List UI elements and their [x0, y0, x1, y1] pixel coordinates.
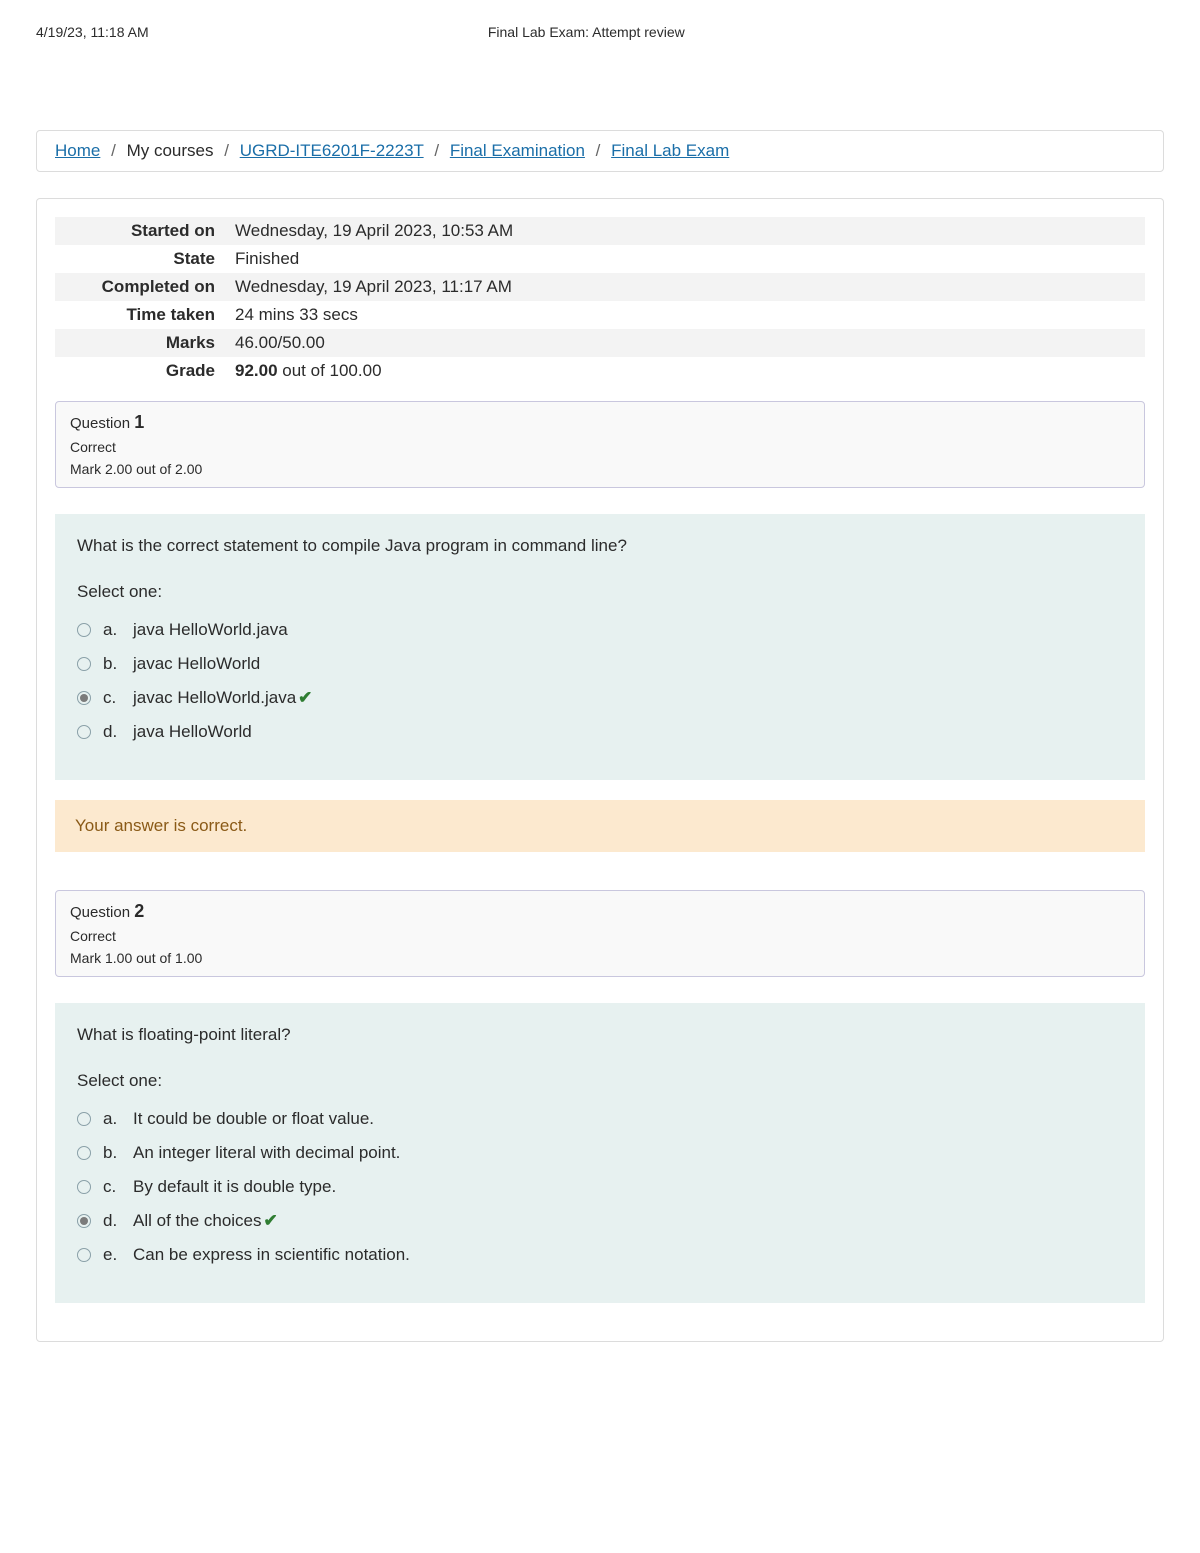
radio-icon — [77, 725, 91, 739]
question-header: Question 1 Correct Mark 2.00 out of 2.00 — [55, 401, 1145, 488]
select-one-label: Select one: — [77, 582, 1123, 602]
check-icon: ✔ — [264, 1211, 278, 1230]
radio-icon — [77, 657, 91, 671]
question-text: What is the correct statement to compile… — [77, 536, 1123, 556]
option-text: By default it is double type. — [133, 1177, 336, 1197]
option-text: java HelloWorld — [133, 722, 252, 742]
answer-option: c. By default it is double type. — [77, 1171, 1123, 1205]
crumb-sep: / — [434, 141, 439, 160]
option-text: An integer literal with decimal point. — [133, 1143, 400, 1163]
attempt-summary-table: Started onWednesday, 19 April 2023, 10:5… — [55, 217, 1145, 385]
answer-option: b. javac HelloWorld — [77, 648, 1123, 682]
option-letter: e. — [103, 1245, 121, 1265]
table-row: Time taken24 mins 33 secs — [55, 301, 1145, 329]
table-row: StateFinished — [55, 245, 1145, 273]
option-letter: b. — [103, 1143, 121, 1163]
crumb-home[interactable]: Home — [55, 141, 100, 160]
question-mark: Mark 1.00 out of 1.00 — [70, 950, 1130, 966]
value-grade: 92.00 out of 100.00 — [225, 357, 1145, 385]
option-letter: d. — [103, 1211, 121, 1231]
question-text: What is floating-point literal? — [77, 1025, 1123, 1045]
label-time: Time taken — [55, 301, 225, 329]
question-number: 1 — [134, 412, 144, 432]
option-letter: a. — [103, 620, 121, 640]
crumb-sep: / — [596, 141, 601, 160]
table-row: Marks46.00/50.00 — [55, 329, 1145, 357]
option-letter: c. — [103, 1177, 121, 1197]
option-text: java HelloWorld.java — [133, 620, 288, 640]
option-letter: c. — [103, 688, 121, 708]
table-row: Started onWednesday, 19 April 2023, 10:5… — [55, 217, 1145, 245]
question-label: Question — [70, 904, 134, 921]
radio-icon — [77, 1248, 91, 1262]
question-number: 2 — [134, 901, 144, 921]
option-text: It could be double or float value. — [133, 1109, 374, 1129]
radio-icon — [77, 1214, 91, 1228]
select-one-label: Select one: — [77, 1071, 1123, 1091]
answer-option: a. java HelloWorld.java — [77, 614, 1123, 648]
option-letter: d. — [103, 722, 121, 742]
answer-option: e. Can be express in scientific notation… — [77, 1239, 1123, 1273]
answer-option: a. It could be double or float value. — [77, 1103, 1123, 1137]
option-letter: a. — [103, 1109, 121, 1129]
value-started: Wednesday, 19 April 2023, 10:53 AM — [225, 217, 1145, 245]
value-time: 24 mins 33 secs — [225, 301, 1145, 329]
question-body: What is floating-point literal? Select o… — [55, 1003, 1145, 1303]
radio-icon — [77, 1180, 91, 1194]
radio-icon — [77, 1112, 91, 1126]
crumb-item[interactable]: Final Lab Exam — [611, 141, 729, 160]
option-letter: b. — [103, 654, 121, 674]
question-label: Question — [70, 415, 134, 432]
question-header: Question 2 Correct Mark 1.00 out of 1.00 — [55, 890, 1145, 977]
value-completed: Wednesday, 19 April 2023, 11:17 AM — [225, 273, 1145, 301]
radio-icon — [77, 623, 91, 637]
label-state: State — [55, 245, 225, 273]
table-row: Completed onWednesday, 19 April 2023, 11… — [55, 273, 1145, 301]
print-header: 4/19/23, 11:18 AM Final Lab Exam: Attemp… — [36, 24, 1164, 40]
value-state: Finished — [225, 245, 1145, 273]
crumb-sep: / — [111, 141, 116, 160]
label-grade: Grade — [55, 357, 225, 385]
crumb-section[interactable]: Final Examination — [450, 141, 585, 160]
label-started: Started on — [55, 217, 225, 245]
question-state: Correct — [70, 439, 1130, 455]
crumb-sep: / — [224, 141, 229, 160]
crumb-course[interactable]: UGRD-ITE6201F-2223T — [240, 141, 424, 160]
option-text: javac HelloWorld.java — [133, 688, 296, 707]
print-timestamp: 4/19/23, 11:18 AM — [36, 24, 149, 40]
question-state: Correct — [70, 928, 1130, 944]
option-text: Can be express in scientific notation. — [133, 1245, 410, 1265]
label-marks: Marks — [55, 329, 225, 357]
value-marks: 46.00/50.00 — [225, 329, 1145, 357]
option-text: All of the choices — [133, 1211, 262, 1230]
radio-icon — [77, 1146, 91, 1160]
grade-rest: out of 100.00 — [278, 361, 382, 380]
feedback-correct: Your answer is correct. — [55, 800, 1145, 852]
print-title: Final Lab Exam: Attempt review — [488, 24, 685, 40]
question-mark: Mark 2.00 out of 2.00 — [70, 461, 1130, 477]
check-icon: ✔ — [298, 688, 312, 707]
question-body: What is the correct statement to compile… — [55, 514, 1145, 780]
option-text: javac HelloWorld — [133, 654, 260, 674]
answer-option: d. java HelloWorld — [77, 716, 1123, 750]
table-row: Grade92.00 out of 100.00 — [55, 357, 1145, 385]
answer-option: b. An integer literal with decimal point… — [77, 1137, 1123, 1171]
review-container: Started onWednesday, 19 April 2023, 10:5… — [36, 198, 1164, 1342]
radio-icon — [77, 691, 91, 705]
crumb-mycourses: My courses — [127, 141, 214, 160]
answer-option: d. All of the choices✔ — [77, 1205, 1123, 1239]
label-completed: Completed on — [55, 273, 225, 301]
answer-option: c. javac HelloWorld.java✔ — [77, 682, 1123, 716]
breadcrumb: Home / My courses / UGRD-ITE6201F-2223T … — [36, 130, 1164, 172]
grade-bold: 92.00 — [235, 361, 278, 380]
page-root: 4/19/23, 11:18 AM Final Lab Exam: Attemp… — [0, 0, 1200, 1553]
